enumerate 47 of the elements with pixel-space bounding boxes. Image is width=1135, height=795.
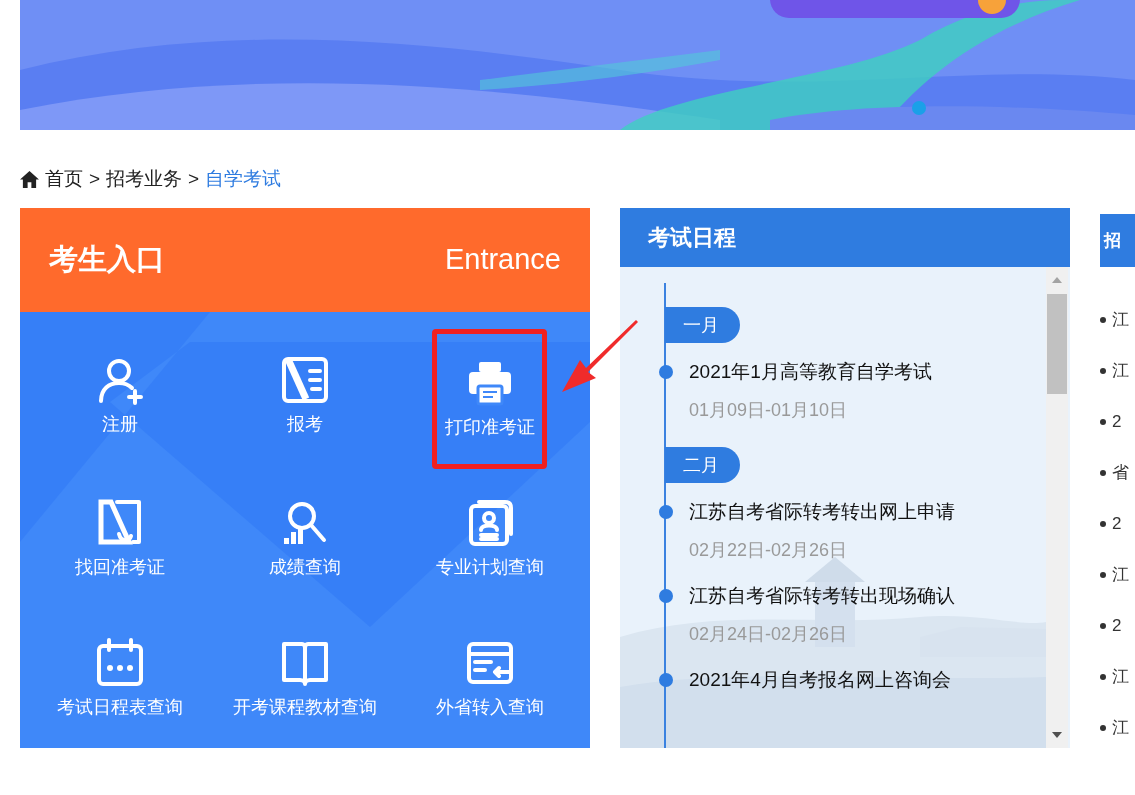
panel-title: 考试日程	[648, 224, 736, 252]
breadcrumb-separator: >	[188, 166, 200, 191]
bullet-icon	[1100, 520, 1106, 527]
home-icon	[20, 170, 39, 188]
news-link[interactable]: 2	[1112, 510, 1122, 537]
scroll-up-icon[interactable]	[1052, 277, 1062, 283]
calendar-icon	[95, 637, 146, 688]
scrollbar[interactable]	[1046, 267, 1068, 748]
month-tag: 一月	[665, 307, 740, 343]
news-link[interactable]: 2	[1112, 612, 1122, 639]
panel-title: 考生入口	[49, 242, 165, 278]
event-title[interactable]: 江苏自考省际转考转出网上申请	[689, 497, 1046, 527]
bullet-icon	[1100, 367, 1106, 374]
news-link[interactable]: 2	[1112, 408, 1122, 435]
breadcrumb-separator: >	[89, 166, 101, 191]
bullet-icon	[1100, 418, 1106, 425]
event-date: 02月22日-02月26日	[689, 539, 849, 562]
breadcrumb-link[interactable]: 首页	[45, 164, 83, 194]
event-title[interactable]: 2021年1月高等教育自学考试	[689, 357, 1046, 387]
news-link[interactable]: 江	[1112, 306, 1129, 333]
event-date: 02月24日-02月26日	[689, 623, 849, 646]
bullet-icon	[1100, 469, 1106, 476]
news-link[interactable]: 江	[1112, 357, 1129, 384]
breadcrumb-link[interactable]: 自学考试	[205, 164, 282, 194]
entrance-link[interactable]: 成绩查询	[212, 469, 398, 609]
news-link[interactable]: 江	[1112, 663, 1129, 690]
event-date: 01月09日-01月10日	[689, 399, 849, 422]
form-pen-icon	[280, 354, 330, 405]
entrance-link[interactable]: 打印准考证	[432, 329, 547, 469]
news-link[interactable]: 江	[1112, 714, 1129, 741]
scroll-thumb[interactable]	[1047, 294, 1067, 394]
panel-title: 招	[1104, 229, 1121, 252]
entrance-link[interactable]: 报考	[212, 326, 398, 466]
scroll-down-icon[interactable]	[1052, 732, 1062, 738]
bullet-icon	[1100, 673, 1106, 680]
entrance-link[interactable]: 注册	[28, 326, 213, 466]
news-link[interactable]: 江	[1112, 561, 1129, 588]
panel-subtitle: Entrance	[444, 242, 561, 278]
bullet-icon	[1100, 571, 1106, 578]
event-title[interactable]: 江苏自考省际转考转出现场确认	[689, 581, 1046, 611]
event-title[interactable]: 2021年4月自考报名网上咨询会	[689, 665, 1046, 695]
breadcrumb-link[interactable]: 招考业务	[106, 164, 183, 194]
news-link[interactable]: 省	[1112, 459, 1129, 486]
bullet-icon	[1100, 316, 1106, 323]
month-tag: 二月	[665, 447, 740, 483]
bullet-icon	[1100, 622, 1106, 629]
bullet-icon	[1100, 724, 1106, 731]
